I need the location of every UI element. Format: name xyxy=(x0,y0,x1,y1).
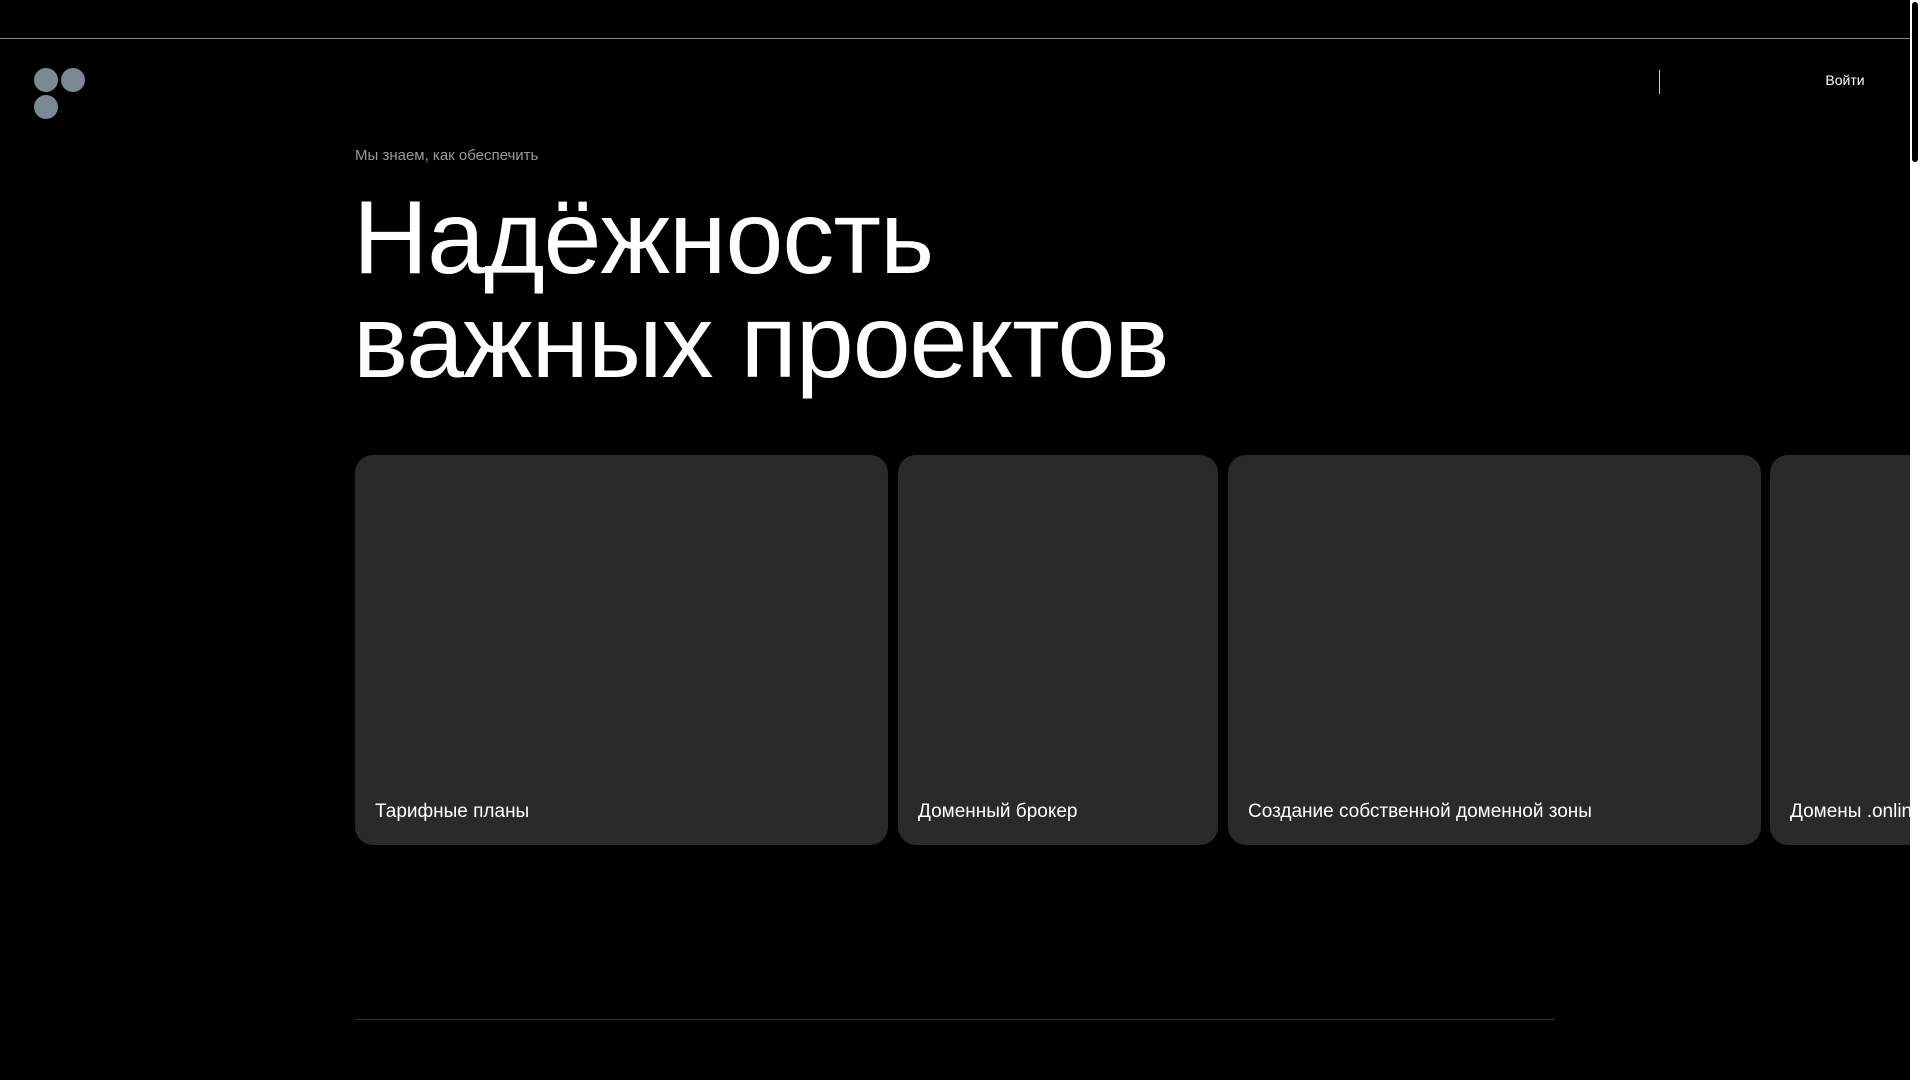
card-own-domain-zone[interactable]: Создание собственной доменной зоны xyxy=(1228,455,1761,845)
hero-eyebrow: Мы знаем, как обеспечить xyxy=(355,147,539,164)
header-divider xyxy=(1659,70,1660,94)
top-divider xyxy=(0,38,1910,39)
hero-title: Надёжность важных проектов xyxy=(353,180,1170,400)
card-online-domains[interactable]: Домены .online xyxy=(1770,455,1910,845)
hero-title-line-1: Надёжность xyxy=(353,180,934,296)
card-label: Домены .online xyxy=(1790,801,1910,822)
card-label: Тарифные планы xyxy=(375,801,530,822)
scrollbar[interactable] xyxy=(1910,0,1920,1080)
card-tariff-plans[interactable]: Тарифные планы xyxy=(355,455,888,845)
page: Войти Мы знаем, как обеспечить Надёжност… xyxy=(0,0,1920,1080)
hero-title-line-2: важных проектов xyxy=(353,284,1170,400)
logo-dot xyxy=(34,68,58,92)
cards-carousel[interactable]: Тарифные планы Доменный брокер Создание … xyxy=(355,455,1910,845)
logo-dot xyxy=(34,95,58,119)
logo-dot xyxy=(61,68,85,92)
scrollbar-thumb[interactable] xyxy=(1912,2,1918,162)
card-label: Создание собственной доменной зоны xyxy=(1248,801,1592,822)
logo-icon[interactable] xyxy=(34,68,88,122)
card-domain-broker[interactable]: Доменный брокер xyxy=(898,455,1218,845)
card-label: Доменный брокер xyxy=(918,801,1078,822)
section-divider xyxy=(355,1019,1555,1020)
login-link[interactable]: Войти xyxy=(1800,72,1890,89)
